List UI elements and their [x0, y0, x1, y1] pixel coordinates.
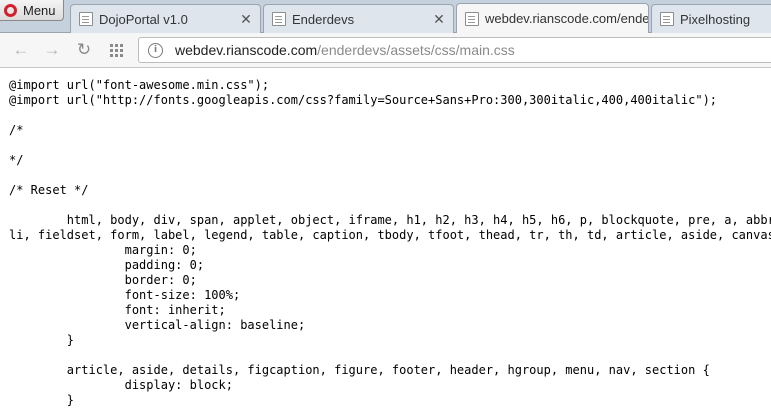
forward-arrow-icon: →: [43, 40, 61, 59]
tab-title: webdev.rianscode.com/enderdevs/assets/cs…: [485, 11, 648, 26]
address-url: webdev.rianscode.com/enderdevs/assets/cs…: [175, 42, 515, 58]
source-line: @import url("http://fonts.googleapis.com…: [9, 93, 718, 107]
tab-title: Pixelhosting: [680, 11, 751, 27]
source-line: [9, 198, 771, 213]
url-path: /enderdevs/assets/css/main.css: [317, 42, 515, 58]
source-line: border: 0;: [9, 273, 197, 287]
browser-toolbar: ← → ↻ i webdev.rianscode.com/enderdevs/a…: [0, 33, 771, 68]
back-button[interactable]: ←: [10, 39, 32, 61]
tab-main-css[interactable]: webdev.rianscode.com/enderdevs/assets/cs…: [456, 3, 649, 34]
source-line: li, fieldset, form, label, legend, table…: [9, 228, 771, 242]
source-line: [9, 348, 771, 363]
page-icon: [79, 12, 93, 26]
reload-icon: ↻: [76, 40, 92, 59]
tab-pixelhosting[interactable]: Pixelhosting: [651, 4, 771, 33]
page-icon: [272, 12, 286, 26]
source-line: }: [9, 333, 75, 347]
source-line: margin: 0;: [9, 243, 197, 257]
page-icon: [465, 11, 479, 26]
close-icon[interactable]: ✕: [238, 11, 254, 28]
source-line: [9, 138, 771, 153]
source-line: vertical-align: baseline;: [9, 318, 306, 332]
tab-dojoportal[interactable]: DojoPortal v1.0 ✕: [70, 4, 261, 33]
source-line: }: [9, 393, 75, 407]
menu-label: Menu: [23, 2, 56, 18]
speed-dial-icon: [109, 43, 123, 57]
page-icon: [660, 12, 674, 26]
reload-button[interactable]: ↻: [73, 39, 95, 61]
tab-title: Enderdevs: [292, 11, 355, 27]
close-icon[interactable]: ✕: [431, 11, 447, 28]
source-line: html, body, div, span, applet, object, i…: [9, 213, 771, 227]
source-line: article, aside, details, figcaption, fig…: [9, 363, 710, 377]
menu-button[interactable]: Menu: [0, 0, 64, 21]
speed-dial-button[interactable]: [105, 39, 127, 61]
source-line: padding: 0;: [9, 258, 205, 272]
opera-logo-icon: [4, 3, 17, 17]
tab-title: DojoPortal v1.0: [99, 11, 188, 27]
source-line: /*: [9, 123, 24, 137]
source-line: font: inherit;: [9, 303, 226, 317]
tab-enderdevs[interactable]: Enderdevs ✕: [263, 4, 454, 33]
source-line: [9, 108, 771, 123]
address-bar[interactable]: i webdev.rianscode.com/enderdevs/assets/…: [138, 37, 771, 63]
source-line: */: [9, 153, 24, 167]
back-arrow-icon: ←: [12, 40, 30, 59]
source-line: display: block;: [9, 378, 233, 392]
site-info-icon[interactable]: i: [148, 42, 163, 58]
source-line: @import url("font-awesome.min.css");: [9, 78, 270, 92]
url-host: webdev.rianscode.com: [175, 42, 318, 58]
source-line: /* Reset */: [9, 183, 89, 197]
tab-strip: Menu DojoPortal v1.0 ✕ Enderdevs ✕ webde…: [0, 0, 771, 34]
source-line: font-size: 100%;: [9, 288, 241, 302]
source-line: [9, 168, 771, 183]
forward-button[interactable]: →: [41, 39, 63, 61]
css-source-view: @import url("font-awesome.min.css"); @imp…: [9, 78, 771, 408]
